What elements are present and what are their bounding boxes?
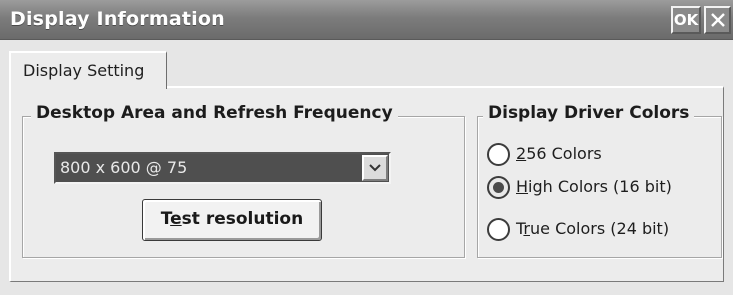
tab-label: Display Setting	[23, 61, 145, 80]
test-resolution-button[interactable]: Test resolution	[142, 199, 322, 241]
radio-label: 256 Colors	[516, 144, 602, 163]
test-button-label-before: T	[160, 209, 171, 229]
title-bar[interactable]: Display Information OK	[0, 0, 733, 40]
chevron-down-icon	[369, 164, 381, 172]
radio-suffix: ue Colors (24 bit)	[530, 219, 670, 238]
radio-mnemonic: r	[523, 219, 530, 238]
resolution-value: 800 x 600 @ 75	[60, 158, 188, 177]
tab-strip: Display Setting	[0, 40, 733, 89]
radio-label: True Colors (24 bit)	[516, 219, 669, 238]
close-icon	[711, 13, 725, 27]
radio-button[interactable]	[487, 218, 510, 241]
radio-suffix: igh Colors (16 bit)	[528, 177, 672, 196]
resolution-dropdown[interactable]: 800 x 600 @ 75	[54, 152, 391, 184]
display-information-dialog: Display Information OK Display Setting D…	[0, 0, 733, 295]
driver-colors-group-title: Display Driver Colors	[483, 103, 695, 123]
ok-button[interactable]: OK	[671, 6, 701, 34]
desktop-area-group-title: Desktop Area and Refresh Frequency	[31, 103, 398, 123]
test-button-label-after: st resolution	[181, 209, 304, 229]
radio-mnemonic: 2	[516, 144, 527, 163]
radio-mnemonic: H	[516, 177, 529, 196]
test-button-mnemonic: e	[170, 209, 182, 229]
radio-label: High Colors (16 bit)	[516, 177, 672, 196]
window-title: Display Information	[10, 8, 225, 30]
radio-button[interactable]	[487, 176, 510, 199]
tab-display-setting[interactable]: Display Setting	[9, 51, 167, 89]
radio-suffix: 56 Colors	[526, 144, 602, 163]
close-button[interactable]	[704, 6, 731, 34]
dropdown-button[interactable]	[362, 155, 388, 181]
radio-button[interactable]	[487, 143, 510, 166]
